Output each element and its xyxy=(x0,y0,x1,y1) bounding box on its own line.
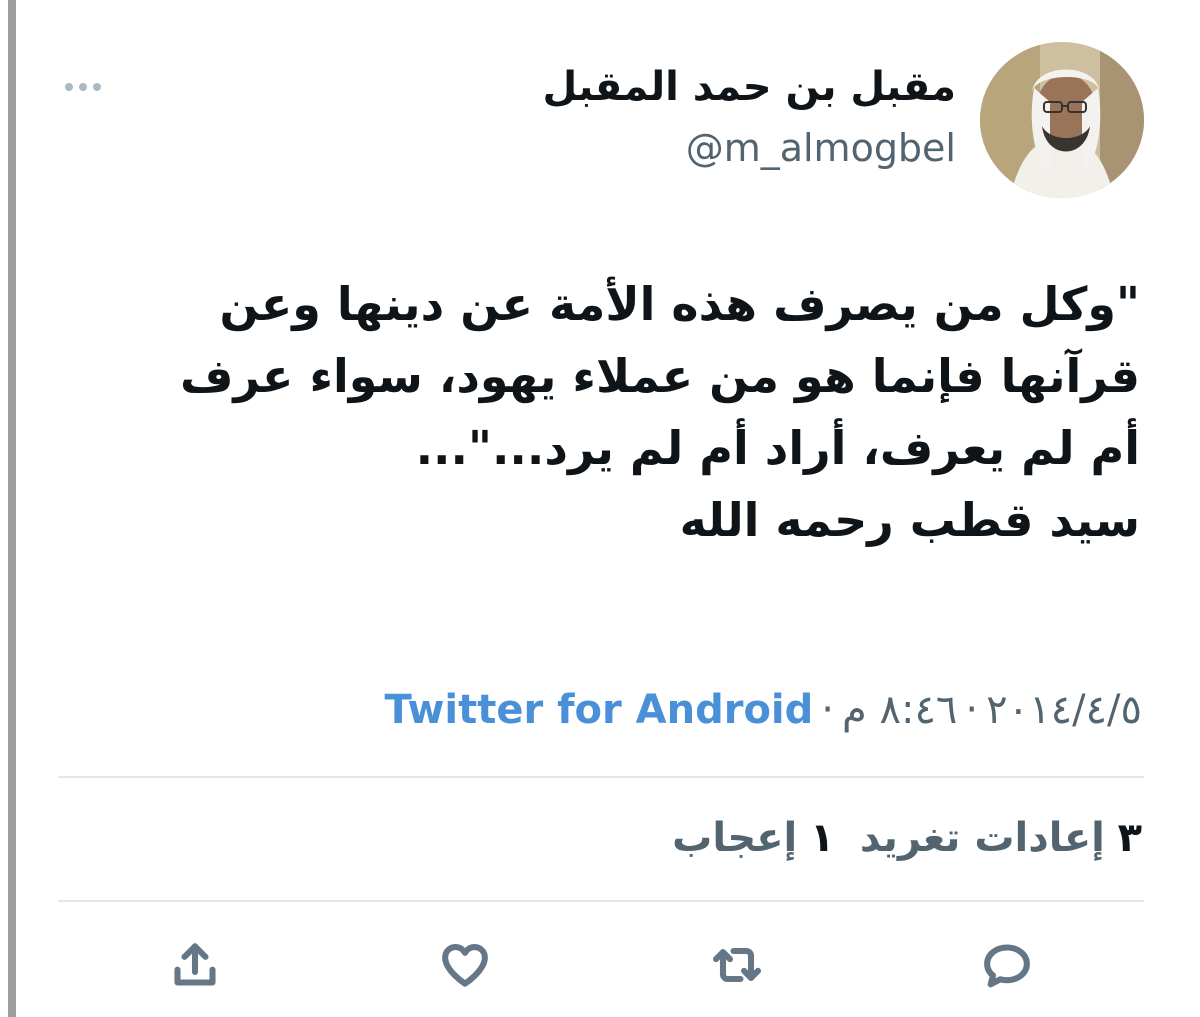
share-icon xyxy=(174,943,216,986)
tweet-actions xyxy=(0,930,1200,1000)
more-dot xyxy=(65,83,73,91)
retweets-stat[interactable]: ٣ إعادات تغريد xyxy=(860,815,1142,861)
meta-separator: · xyxy=(965,687,979,733)
more-dot xyxy=(79,83,87,91)
likes-label: إعجاب xyxy=(672,815,798,861)
divider xyxy=(58,900,1144,902)
retweets-label: إعادات تغريد xyxy=(859,815,1105,861)
tweet-text-line: "وكل من يصرف هذه الأمة عن دينها وعن xyxy=(219,277,1140,331)
likes-stat[interactable]: ١ إعجاب xyxy=(672,815,834,861)
reply-icon xyxy=(984,944,1030,988)
share-button[interactable] xyxy=(160,930,230,1000)
retweets-count: ٣ xyxy=(1117,815,1142,861)
author-display-name[interactable]: مقبل بن حمد المقبل xyxy=(543,52,957,122)
meta-separator: · xyxy=(821,687,834,733)
tweet-source-link[interactable]: Twitter for Android xyxy=(385,687,814,733)
avatar[interactable] xyxy=(980,42,1144,198)
author-handle[interactable]: @m_almogbel xyxy=(686,120,956,176)
tweet-text: "وكل من يصرف هذه الأمة عن دينها وعن قرآن… xyxy=(60,268,1140,556)
tweet-date[interactable]: ٢٠١٤/٤/٥ xyxy=(986,687,1142,733)
tweet-time[interactable]: ٨:٤٦ م xyxy=(842,687,957,733)
like-button[interactable] xyxy=(430,930,500,1000)
heart-icon xyxy=(442,944,488,987)
divider xyxy=(58,776,1144,778)
reply-button[interactable] xyxy=(972,930,1042,1000)
user-avatar-image xyxy=(980,42,1144,198)
more-dot xyxy=(93,83,101,91)
retweet-icon xyxy=(712,947,762,983)
tweet-text-line: سيد قطب رحمه الله xyxy=(679,493,1140,547)
likes-count: ١ xyxy=(809,815,835,861)
left-border xyxy=(8,0,16,1017)
tweet-text-line: قرآنها فإنما هو من عملاء يهود، سواء عرف xyxy=(179,349,1140,403)
tweet-meta: ٢٠١٤/٤/٥·٨:٤٦ م·Twitter for Android xyxy=(385,680,1142,740)
tweet-text-line: أم لم يعرف، أراد أم لم يرد..."... xyxy=(415,421,1140,475)
more-options-button[interactable] xyxy=(58,72,108,102)
tweet-stats: ٣ إعادات تغريد ١ إعجاب xyxy=(672,808,1142,868)
retweet-button[interactable] xyxy=(702,930,772,1000)
